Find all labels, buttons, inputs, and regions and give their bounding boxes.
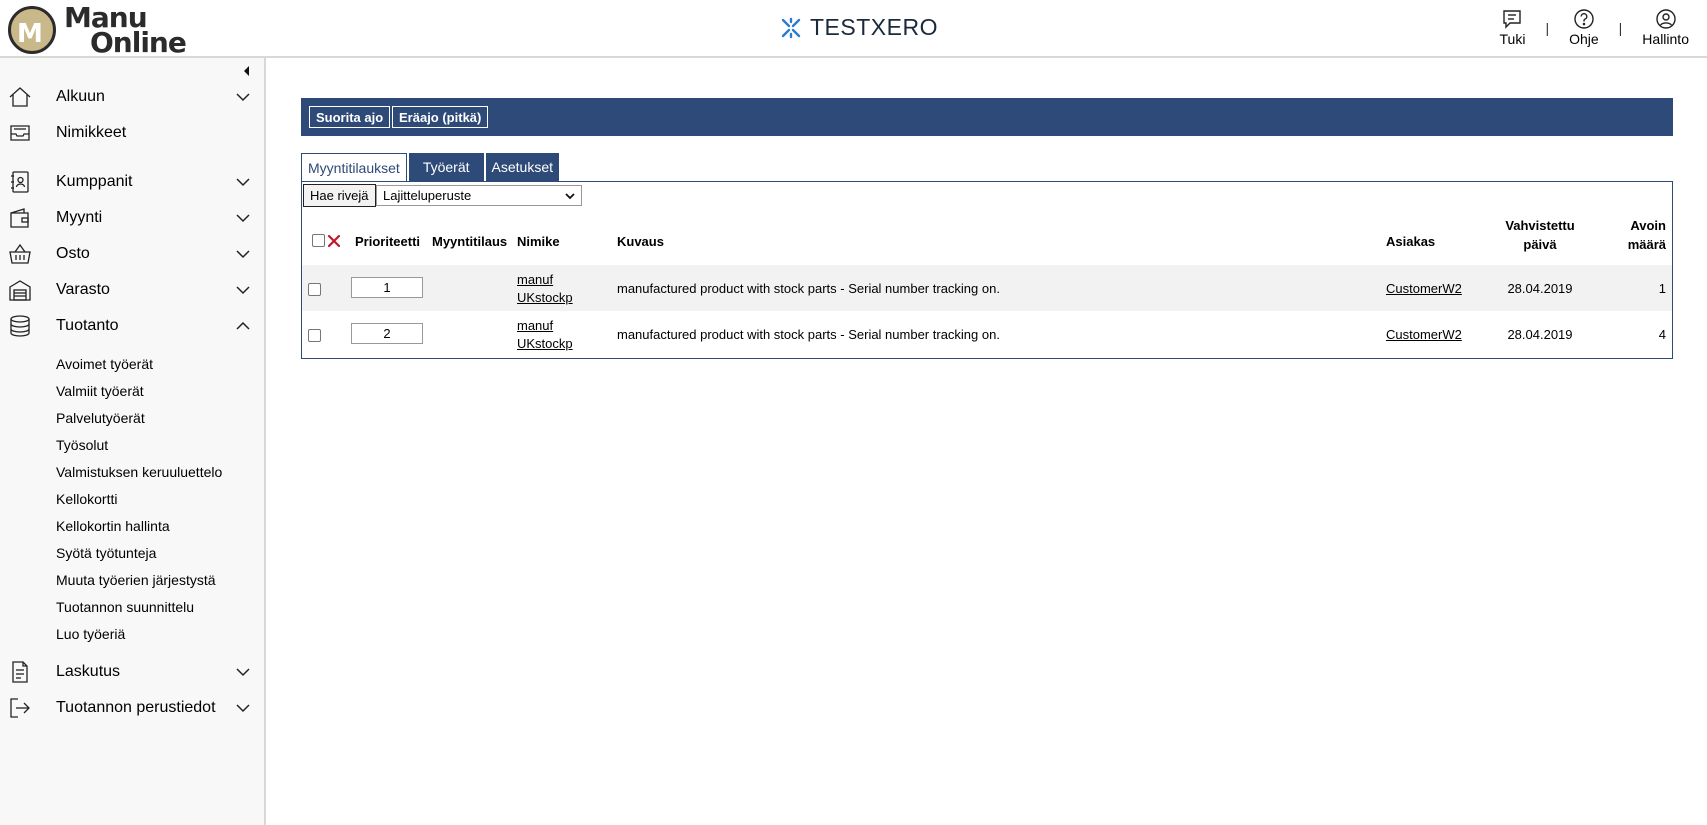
sales-orders-panel: Hae rivejä Lajitteluperuste Prioriteetti… (301, 181, 1673, 359)
admin-link[interactable]: Hallinto (1638, 8, 1693, 47)
tab-bar: Myyntitilaukset Työerät Asetukset (301, 153, 561, 182)
col-open-quantity: Avoin määrä (1627, 218, 1666, 252)
description-cell: manufactured product with stock parts - … (617, 281, 1000, 296)
warehouse-icon (9, 280, 31, 301)
open-quantity-cell: 1 (1658, 281, 1666, 296)
table-row: 1 manuf UKstockp manufactured product wi… (302, 265, 1672, 311)
logout-icon (10, 698, 30, 718)
sidebar-item-laskutus[interactable]: Laskutus (0, 656, 266, 688)
sidebar-subitem-valmiit-tyoerat[interactable]: Valmiit työerät (56, 383, 144, 399)
header-links: Tuki | Ohje | Hallinto (1496, 8, 1694, 47)
sidebar-item-nimikkeet[interactable]: Nimikkeet (0, 117, 266, 149)
sidebar-subitem-kellokortti[interactable]: Kellokortti (56, 491, 117, 507)
company-name: TESTXERO (780, 14, 938, 41)
priority-input[interactable]: 1 (351, 277, 423, 298)
confirmed-date-cell: 28.04.2019 (1507, 327, 1573, 342)
chevron-down-icon (236, 250, 250, 259)
sidebar-item-tuotannon-perustiedot[interactable]: Tuotannon perustiedot (0, 692, 266, 724)
confirmed-date-cell: 28.04.2019 (1507, 281, 1573, 296)
sort-select[interactable]: Lajitteluperuste (376, 185, 582, 206)
table-row: 2 manuf UKstockp manufactured product wi… (302, 311, 1672, 357)
sidebar-item-tuotanto[interactable]: Tuotanto (0, 310, 266, 342)
tab-myyntitilaukset[interactable]: Myyntitilaukset (301, 153, 407, 182)
sidebar-subitem-keruuluettelo[interactable]: Valmistuksen keruuluettelo (56, 464, 222, 480)
chevron-down-icon (236, 704, 250, 713)
sidebar-subitem-palvelutyoerat[interactable]: Palvelutyöerät (56, 410, 145, 426)
col-sales-order: Myyntitilaus (432, 234, 508, 249)
chevron-up-icon (236, 321, 250, 330)
home-icon (9, 87, 31, 107)
sidebar-item-kumppanit[interactable]: Kumppanit (0, 166, 266, 198)
help-icon (1574, 9, 1594, 29)
col-item: Nimike (517, 234, 560, 249)
support-link[interactable]: Tuki (1496, 8, 1530, 47)
inbox-icon (10, 125, 30, 141)
tab-asetukset[interactable]: Asetukset (485, 153, 559, 181)
chevron-down-icon (236, 286, 250, 295)
sidebar-item-alkuun[interactable]: Alkuun (0, 81, 266, 113)
manu-online-logo[interactable]: M Manu Online (8, 1, 187, 59)
tab-tyoerat[interactable]: Työerät (408, 153, 484, 181)
customer-link[interactable]: CustomerW2 (1386, 327, 1462, 342)
table-header: Prioriteetti Myyntitilaus Nimike Kuvaus … (302, 218, 1672, 264)
chevron-down-icon (236, 668, 250, 677)
batch-run-button[interactable]: Eräajo (pitkä) (392, 106, 489, 128)
chevron-down-icon (236, 214, 250, 223)
user-icon (1655, 9, 1676, 29)
row-checkbox[interactable] (308, 329, 321, 342)
sidebar-subitem-tyosolut[interactable]: Työsolut (56, 437, 108, 453)
fetch-rows-button[interactable]: Hae rivejä (303, 184, 376, 207)
database-icon (10, 315, 30, 337)
delete-icon[interactable] (327, 234, 341, 248)
open-quantity-cell: 4 (1658, 327, 1666, 342)
sidebar-subitem-kellokortin-hallinta[interactable]: Kellokortin hallinta (56, 518, 170, 534)
row-checkbox[interactable] (308, 283, 321, 296)
document-icon (12, 661, 28, 683)
sidebar-subitem-luo-tyoeria[interactable]: Luo työeriä (56, 626, 125, 642)
select-all-checkbox[interactable] (312, 234, 325, 247)
description-cell: manufactured product with stock parts - … (617, 327, 1000, 342)
priority-input[interactable]: 2 (351, 323, 423, 344)
sidebar-subitem-avoimet-tyoerat[interactable]: Avoimet työerät (56, 356, 153, 372)
sidebar-subitem-muuta-jarjestysta[interactable]: Muuta työerien järjestystä (56, 572, 216, 588)
app-header: M Manu Online TESTXERO Tuki | Ohje | Hal… (0, 0, 1707, 58)
chevron-down-icon (565, 193, 575, 200)
collapse-sidebar-icon[interactable] (240, 64, 254, 78)
xero-icon (781, 17, 801, 38)
chevron-down-icon (236, 178, 250, 187)
chat-icon (1503, 10, 1522, 29)
item-link[interactable]: manuf UKstockp (517, 317, 573, 353)
col-customer: Asiakas (1386, 234, 1436, 249)
sidebar-item-varasto[interactable]: Varasto (0, 274, 266, 306)
logo-mark-icon: M (8, 6, 56, 54)
sidebar-subitem-tuotannon-suunnittelu[interactable]: Tuotannon suunnittelu (56, 599, 194, 615)
item-link[interactable]: manuf UKstockp (517, 271, 573, 307)
sidebar-subitem-syota-tyotunteja[interactable]: Syötä työtunteja (56, 545, 156, 561)
logo-text: Manu Online (64, 1, 187, 59)
run-button[interactable]: Suorita ajo (309, 106, 391, 128)
col-priority: Prioriteetti (355, 234, 421, 249)
chevron-down-icon (236, 93, 250, 102)
sidebar-item-osto[interactable]: Osto (0, 238, 266, 270)
customer-link[interactable]: CustomerW2 (1386, 281, 1462, 296)
sidebar-item-myynti[interactable]: Myynti (0, 202, 266, 234)
sidebar: Alkuun Nimikkeet Kumppanit Myynti Osto V… (0, 58, 266, 825)
basket-icon (9, 243, 31, 264)
action-toolbar: Suorita ajo Eräajo (pitkä) (301, 98, 1673, 136)
col-confirmed-date: Vahvistettu päivä (1505, 218, 1575, 252)
contacts-icon (11, 171, 29, 193)
help-link[interactable]: Ohje (1565, 8, 1603, 47)
wallet-icon (10, 208, 29, 228)
col-description: Kuvaus (617, 234, 664, 249)
